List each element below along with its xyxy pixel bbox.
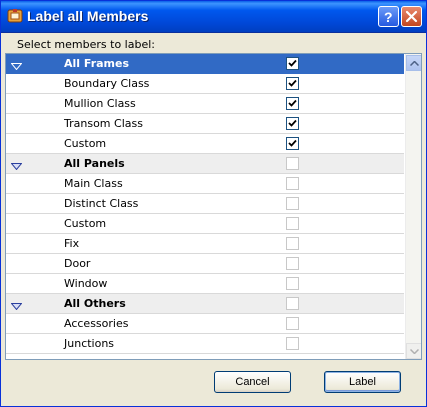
list-group-row[interactable]: All Frames [6,54,404,74]
list-item[interactable]: Custom [6,214,404,234]
instruction-text: Select members to label: [17,38,155,51]
checkmark-icon [288,79,297,87]
close-icon [405,10,418,23]
expand-triangle-icon[interactable] [10,160,23,173]
list-item[interactable]: Custom [6,134,404,154]
label-checkbox[interactable] [286,197,299,210]
list-item-label: All Panels [64,157,125,170]
label-checkbox[interactable] [286,57,299,70]
list-item[interactable]: Door [6,254,404,274]
list-item[interactable]: Transom Class [6,114,404,134]
label-checkbox[interactable] [286,277,299,290]
label-checkbox[interactable] [286,117,299,130]
checkmark-icon [288,59,297,67]
window-title: Label all Members [27,8,149,24]
list-item-label: Window [64,277,108,290]
list-item[interactable]: Mullion Class [6,94,404,114]
list-item-label: Boundary Class [64,77,150,90]
label-checkbox[interactable] [286,177,299,190]
list-item[interactable]: Main Class [6,174,404,194]
checkmark-icon [288,119,297,127]
label-checkbox[interactable] [286,257,299,270]
label-checkbox[interactable] [286,97,299,110]
list-item-label: All Others [64,297,126,310]
svg-text:?: ? [384,9,393,25]
list-item-label: All Frames [64,57,130,70]
list-item[interactable]: Boundary Class [6,74,404,94]
checkmark-icon [288,139,297,147]
help-button[interactable]: ? [378,6,399,27]
title-bar[interactable]: Label all Members ? [1,1,426,33]
list-item[interactable]: Window [6,274,404,294]
members-list[interactable]: All Frames Boundary Class Mullion Class Tra… [5,53,422,360]
dialog-window: Label all Members ? Select members to la… [0,0,427,407]
checkmark-icon [288,99,297,107]
label-checkbox[interactable] [286,77,299,90]
expand-triangle-icon[interactable] [10,300,23,313]
list-item[interactable]: Fix [6,234,404,254]
chevron-down-icon [410,349,419,354]
help-icon: ? [384,9,393,25]
list-item-label: Junctions [64,337,115,350]
list-group-row[interactable]: All Panels [6,154,404,174]
list-item-label: Distinct Class [64,197,139,210]
list-group-row[interactable]: All Others [6,294,404,314]
label-checkbox[interactable] [286,337,299,350]
list-item-label: Main Class [64,177,123,190]
label-checkbox[interactable] [286,317,299,330]
label-button[interactable]: Label [324,371,401,393]
app-icon [7,8,23,24]
expand-triangle-icon[interactable] [10,60,23,73]
label-checkbox[interactable] [286,237,299,250]
label-checkbox[interactable] [286,297,299,310]
cancel-button[interactable]: Cancel [214,371,291,393]
vertical-scrollbar[interactable] [405,54,421,359]
scroll-up-button[interactable] [406,55,421,71]
list-item-label: Custom [64,137,107,150]
list-item-label: Accessories [64,317,129,330]
list-item-label: Mullion Class [64,97,136,110]
list-item[interactable]: Junctions [6,334,404,354]
list-item-label: Door [64,257,91,270]
list-item[interactable]: Accessories [6,314,404,334]
list-item-label: Transom Class [64,117,143,130]
close-button[interactable] [401,6,422,27]
list-item[interactable]: Distinct Class [6,194,404,214]
list-item-label: Custom [64,217,107,230]
list-item-label: Fix [64,237,80,250]
row-divider [6,353,404,354]
label-checkbox[interactable] [286,157,299,170]
label-checkbox[interactable] [286,137,299,150]
scroll-down-button[interactable] [406,343,421,359]
chevron-up-icon [410,61,419,66]
label-checkbox[interactable] [286,217,299,230]
